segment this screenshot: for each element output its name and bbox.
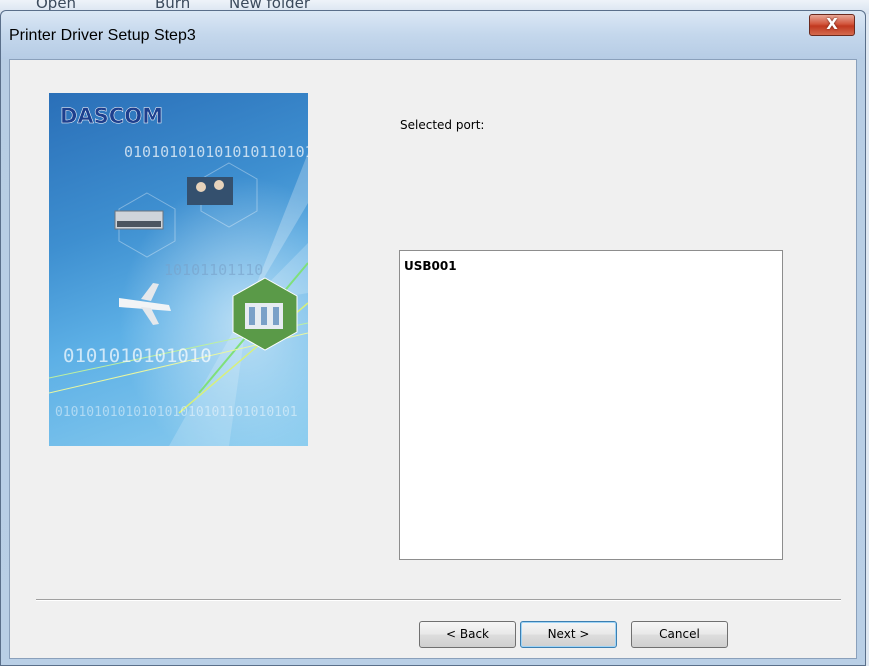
dialog-client-area: DASCOM 0101010101010101101011010 1010110… bbox=[9, 59, 857, 659]
binary-text-1: 0101010101010101101011010 bbox=[124, 143, 308, 161]
port-list-item[interactable]: USB001 bbox=[404, 259, 457, 273]
binary-text-2: 10101101110 bbox=[164, 261, 264, 279]
binary-text-4: 0101010101010101010101101010101 bbox=[55, 405, 298, 420]
window-title: Printer Driver Setup Step3 bbox=[9, 27, 196, 44]
dascom-banner-image: DASCOM 0101010101010101101011010 1010110… bbox=[49, 93, 308, 446]
cancel-button[interactable]: Cancel bbox=[631, 621, 728, 648]
selected-port-label: Selected port: bbox=[400, 118, 485, 132]
setup-dialog: Printer Driver Setup Step3 X DASCOM 0101… bbox=[0, 10, 866, 666]
dascom-logo: DASCOM bbox=[60, 104, 163, 129]
port-listbox[interactable]: USB001 bbox=[399, 250, 783, 560]
close-icon: X bbox=[826, 15, 838, 33]
back-button[interactable]: < Back bbox=[419, 621, 516, 648]
title-bar[interactable]: Printer Driver Setup Step3 X bbox=[1, 11, 865, 59]
next-button[interactable]: Next > bbox=[520, 621, 617, 648]
binary-text-3: 0101010101010 bbox=[63, 345, 212, 367]
close-button[interactable]: X bbox=[809, 14, 855, 36]
footer-separator bbox=[36, 599, 841, 601]
